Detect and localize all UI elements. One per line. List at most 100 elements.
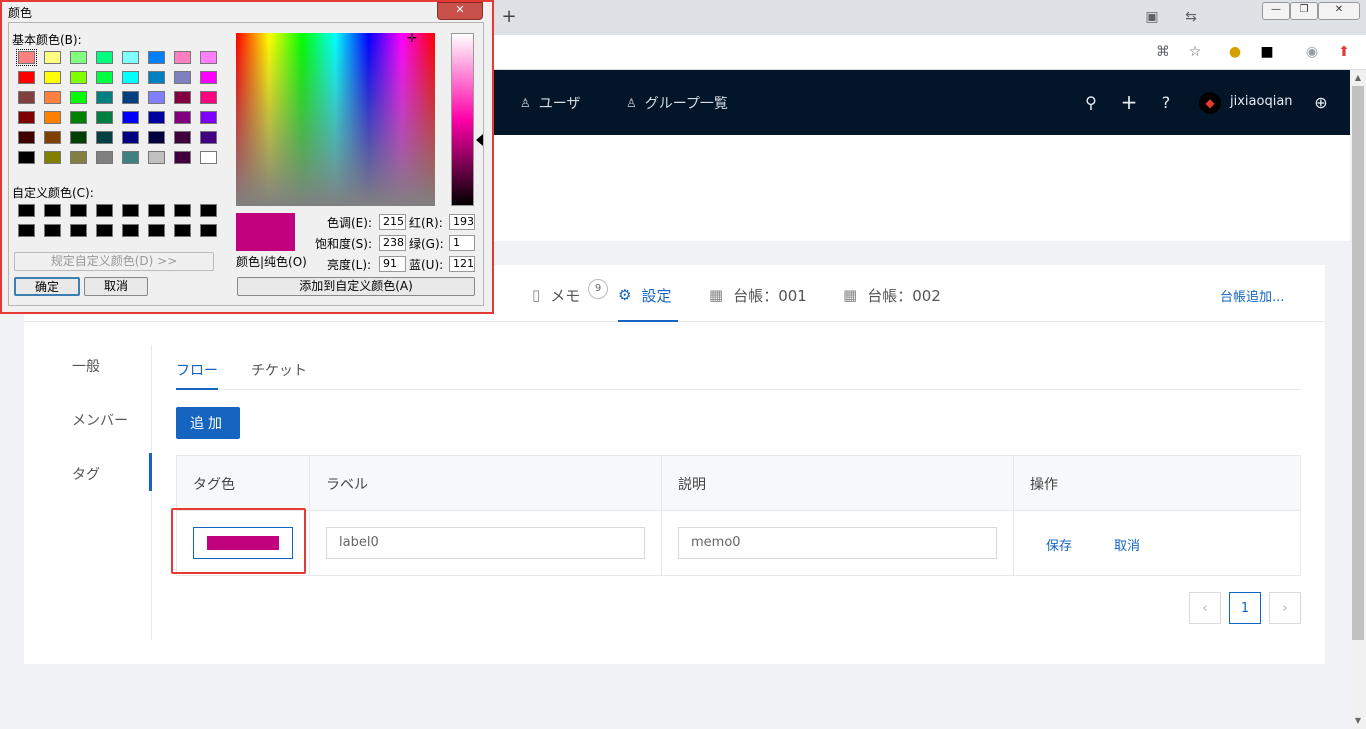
- luminance-slider[interactable]: [451, 33, 474, 206]
- custom-color-swatch[interactable]: [18, 204, 35, 217]
- new-tab-button[interactable]: +: [498, 8, 520, 28]
- basic-color-swatch[interactable]: [44, 151, 61, 164]
- basic-color-swatch[interactable]: [44, 131, 61, 144]
- color-dialog-close-button[interactable]: ✕: [437, 2, 483, 20]
- basic-color-swatch[interactable]: [70, 51, 87, 64]
- custom-color-swatch[interactable]: [44, 224, 61, 237]
- cancel-button[interactable]: 取消: [84, 277, 148, 296]
- username[interactable]: jixiaoqian: [1230, 94, 1293, 109]
- basic-color-swatch[interactable]: [18, 131, 35, 144]
- add-button[interactable]: 追加: [176, 407, 240, 439]
- basic-color-swatch[interactable]: [200, 51, 217, 64]
- pagination-page-1[interactable]: 1: [1229, 592, 1261, 624]
- help-icon[interactable]: ?: [1156, 92, 1176, 112]
- basic-color-swatch[interactable]: [18, 91, 35, 104]
- basic-color-swatch[interactable]: [174, 71, 191, 84]
- basic-color-swatch[interactable]: [148, 131, 165, 144]
- scrollbar-thumb[interactable]: [1352, 86, 1364, 640]
- plus-icon[interactable]: +: [1119, 90, 1139, 114]
- pagination-next[interactable]: ›: [1269, 592, 1301, 624]
- save-link[interactable]: 保存: [1046, 535, 1072, 554]
- extension-icon[interactable]: ■: [1256, 41, 1278, 63]
- basic-color-swatch[interactable]: [122, 91, 139, 104]
- basic-color-swatch[interactable]: [148, 91, 165, 104]
- custom-color-swatch[interactable]: [44, 204, 61, 217]
- side-menu-tags[interactable]: タグ: [72, 464, 100, 484]
- side-menu-general[interactable]: 一般: [72, 356, 100, 376]
- basic-color-swatch[interactable]: [18, 111, 35, 124]
- basic-color-swatch[interactable]: [174, 111, 191, 124]
- basic-color-swatch[interactable]: [70, 151, 87, 164]
- nav-users[interactable]: ♙ ユーザ: [520, 70, 581, 135]
- basic-color-swatch[interactable]: [16, 49, 37, 66]
- basic-color-swatch[interactable]: [174, 131, 191, 144]
- tab-ledger-002[interactable]: ▦ 台帳：002: [843, 285, 941, 305]
- blue-field[interactable]: 121: [449, 256, 475, 272]
- language-globe-icon[interactable]: ⊕: [1311, 92, 1331, 112]
- basic-color-swatch[interactable]: [174, 51, 191, 64]
- basic-color-swatch[interactable]: [200, 71, 217, 84]
- translate-icon[interactable]: ⌘: [1152, 41, 1174, 63]
- custom-color-swatch[interactable]: [122, 204, 139, 217]
- basic-color-swatch[interactable]: [200, 151, 217, 164]
- profile-icon[interactable]: ◉: [1301, 41, 1323, 63]
- basic-color-swatch[interactable]: [96, 51, 113, 64]
- basic-color-swatch[interactable]: [148, 71, 165, 84]
- basic-color-swatch[interactable]: [70, 111, 87, 124]
- bookmark-star-icon[interactable]: ☆: [1184, 41, 1206, 63]
- subtab-flow[interactable]: フロー: [176, 360, 218, 380]
- tab-ledger-001[interactable]: ▦ 台帳：001: [709, 285, 807, 305]
- cast-icon[interactable]: ⇆: [1180, 6, 1202, 28]
- custom-color-swatch[interactable]: [70, 224, 87, 237]
- add-ledger-link[interactable]: 台帳追加...: [1220, 286, 1284, 305]
- basic-color-swatch[interactable]: [200, 111, 217, 124]
- basic-color-swatch[interactable]: [44, 51, 61, 64]
- restore-button[interactable]: ❐: [1290, 2, 1318, 20]
- tab-memo[interactable]: ▯ メモ: [532, 285, 580, 305]
- green-field[interactable]: 1: [449, 235, 475, 251]
- extension-icon[interactable]: ●: [1224, 41, 1246, 63]
- custom-color-swatch[interactable]: [174, 204, 191, 217]
- custom-color-swatch[interactable]: [148, 204, 165, 217]
- custom-color-swatch[interactable]: [96, 224, 113, 237]
- custom-color-swatch[interactable]: [70, 204, 87, 217]
- custom-color-swatch[interactable]: [174, 224, 191, 237]
- basic-color-swatch[interactable]: [96, 131, 113, 144]
- side-menu-members[interactable]: メンバー: [72, 410, 128, 430]
- avatar[interactable]: ◆: [1199, 92, 1221, 114]
- basic-color-swatch[interactable]: [174, 91, 191, 104]
- luminance-arrow-icon[interactable]: [476, 134, 483, 146]
- nav-groups[interactable]: ♙ グループ一覧: [626, 70, 728, 135]
- basic-color-swatch[interactable]: [44, 91, 61, 104]
- extension-icon[interactable]: ▣: [1141, 6, 1163, 28]
- cancel-link[interactable]: 取消: [1114, 535, 1140, 554]
- add-to-custom-colors-button[interactable]: 添加到自定义颜色(A): [237, 277, 475, 296]
- define-custom-colors-button[interactable]: 规定自定义颜色(D) >>: [14, 252, 214, 271]
- basic-color-swatch[interactable]: [122, 51, 139, 64]
- luminance-field[interactable]: 91: [379, 256, 406, 272]
- red-field[interactable]: 193: [449, 214, 475, 230]
- basic-color-swatch[interactable]: [122, 151, 139, 164]
- basic-color-swatch[interactable]: [70, 71, 87, 84]
- custom-color-swatch[interactable]: [148, 224, 165, 237]
- basic-color-swatch[interactable]: [148, 111, 165, 124]
- basic-color-swatch[interactable]: [122, 111, 139, 124]
- basic-color-swatch[interactable]: [96, 151, 113, 164]
- custom-color-swatch[interactable]: [18, 224, 35, 237]
- ok-button[interactable]: 确定: [14, 277, 80, 296]
- basic-color-swatch[interactable]: [148, 51, 165, 64]
- pagination-prev[interactable]: ‹: [1189, 592, 1221, 624]
- hue-field[interactable]: 215: [379, 214, 406, 230]
- basic-color-swatch[interactable]: [44, 111, 61, 124]
- basic-color-swatch[interactable]: [122, 71, 139, 84]
- basic-color-swatch[interactable]: [44, 71, 61, 84]
- basic-color-swatch[interactable]: [96, 91, 113, 104]
- scroll-down-arrow-icon[interactable]: ▼: [1350, 713, 1366, 729]
- basic-color-swatch[interactable]: [122, 131, 139, 144]
- custom-color-swatch[interactable]: [200, 204, 217, 217]
- update-icon[interactable]: ⬆: [1333, 41, 1355, 63]
- basic-color-swatch[interactable]: [18, 151, 35, 164]
- custom-color-swatch[interactable]: [122, 224, 139, 237]
- basic-color-swatch[interactable]: [174, 151, 191, 164]
- minimize-button[interactable]: —: [1262, 2, 1290, 20]
